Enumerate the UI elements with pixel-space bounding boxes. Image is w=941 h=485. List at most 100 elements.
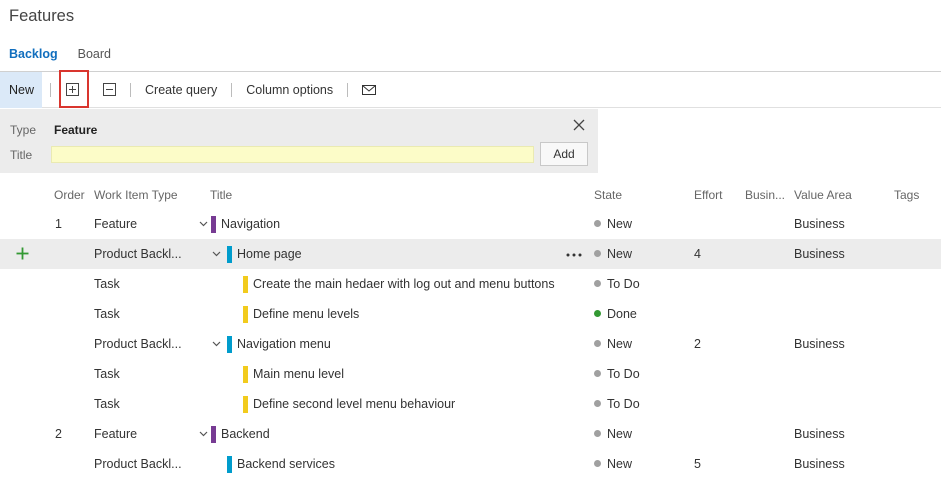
table-row[interactable]: Task Define menu levels Done	[0, 299, 941, 329]
pbi-color-bar	[227, 246, 232, 263]
toolbar-separator	[130, 82, 131, 97]
effort-cell: 5	[694, 457, 701, 471]
quick-add-panel: Type Feature Title Add	[0, 109, 598, 173]
state-cell: To Do	[607, 367, 640, 381]
state-cell: New	[607, 217, 633, 231]
add-button[interactable]: Add	[540, 142, 588, 166]
state-cell: To Do	[607, 277, 640, 291]
task-color-bar	[243, 366, 248, 383]
state-indicator-icon	[594, 340, 601, 347]
toolbar-separator	[50, 82, 51, 97]
column-options-button[interactable]: Column options	[240, 83, 339, 97]
table-row[interactable]: Task Create the main hedaer with log out…	[0, 269, 941, 299]
title-cell[interactable]: Backend	[221, 427, 270, 441]
create-query-button[interactable]: Create query	[139, 83, 223, 97]
grid-header: Order Work Item Type Title State Effort …	[0, 184, 941, 206]
title-cell[interactable]: Backend services	[237, 457, 335, 471]
state-indicator-icon	[594, 220, 601, 227]
table-row[interactable]: Task Main menu level To Do	[0, 359, 941, 389]
table-row[interactable]: 2 Feature Backend New Business	[0, 419, 941, 449]
table-row[interactable]: Task Define second level menu behaviour …	[0, 389, 941, 419]
tab-board[interactable]: Board	[78, 47, 111, 61]
work-item-type-cell: Task	[94, 397, 120, 411]
state-indicator-icon	[594, 370, 601, 377]
value-area-cell: Business	[794, 217, 845, 231]
table-row[interactable]: Product Backl... Home page New 4 Busines…	[0, 239, 941, 269]
pbi-color-bar	[227, 336, 232, 353]
order-cell: 2	[55, 427, 62, 441]
title-cell[interactable]: Define second level menu behaviour	[253, 397, 455, 411]
state-indicator-icon	[594, 280, 601, 287]
title-cell[interactable]: Main menu level	[253, 367, 344, 381]
table-row[interactable]: Product Backl... Backend services New 5 …	[0, 449, 941, 479]
column-header-title[interactable]: Title	[210, 188, 232, 202]
toolbar-separator	[87, 82, 88, 97]
task-color-bar	[243, 276, 248, 293]
type-value: Feature	[54, 123, 98, 137]
toolbar-separator	[347, 82, 349, 97]
feature-color-bar	[211, 426, 216, 443]
collapse-all-icon	[102, 83, 116, 96]
order-cell: 1	[55, 217, 62, 231]
work-item-type-cell: Product Backl...	[94, 247, 182, 261]
column-header-tags[interactable]: Tags	[894, 188, 919, 202]
chevron-down-icon[interactable]	[199, 219, 208, 228]
column-header-business[interactable]: Busin...	[745, 188, 785, 202]
state-indicator-icon	[594, 400, 601, 407]
title-cell[interactable]: Navigation menu	[237, 337, 331, 351]
toolbar-separator	[231, 82, 233, 97]
value-area-cell: Business	[794, 457, 845, 471]
hub-tabs: Backlog Board	[9, 47, 111, 61]
chevron-down-icon[interactable]	[199, 429, 208, 438]
work-item-type-cell: Feature	[94, 217, 138, 231]
type-label: Type	[10, 123, 37, 137]
pbi-color-bar	[227, 456, 232, 473]
title-cell[interactable]: Define menu levels	[253, 307, 359, 321]
state-indicator-icon	[594, 460, 601, 467]
work-item-type-cell: Product Backl...	[94, 337, 182, 351]
tab-backlog[interactable]: Backlog	[9, 47, 58, 61]
work-item-type-cell: Task	[94, 307, 120, 321]
column-header-state[interactable]: State	[594, 188, 622, 202]
new-button[interactable]: New	[0, 71, 42, 108]
state-cell: To Do	[607, 397, 640, 411]
title-cell[interactable]: Home page	[237, 247, 302, 261]
close-icon[interactable]	[571, 117, 587, 133]
title-label: Title	[10, 148, 33, 162]
table-row[interactable]: Product Backl... Navigation menu New 2 B…	[0, 329, 941, 359]
column-header-work-item-type[interactable]: Work Item Type	[94, 188, 178, 202]
state-indicator-icon	[594, 310, 601, 317]
backlog-toolbar: New Create query Column options	[0, 71, 941, 108]
more-options-icon[interactable]	[566, 253, 582, 257]
state-indicator-icon	[594, 250, 601, 257]
email-button[interactable]	[356, 72, 382, 108]
state-cell: New	[607, 457, 633, 471]
state-cell: New	[607, 427, 633, 441]
column-header-effort[interactable]: Effort	[694, 188, 722, 202]
expand-all-button[interactable]	[59, 72, 85, 108]
state-cell: Done	[607, 307, 637, 321]
title-cell[interactable]: Navigation	[221, 217, 280, 231]
work-item-type-cell: Task	[94, 277, 120, 291]
state-cell: New	[607, 337, 633, 351]
mail-icon	[362, 84, 377, 95]
work-item-type-cell: Task	[94, 367, 120, 381]
title-cell[interactable]: Create the main hedaer with log out and …	[253, 277, 555, 291]
value-area-cell: Business	[794, 337, 845, 351]
column-header-value-area[interactable]: Value Area	[794, 188, 852, 202]
table-row[interactable]: 1 Feature Navigation New Business	[0, 209, 941, 239]
effort-cell: 2	[694, 337, 701, 351]
state-cell: New	[607, 247, 633, 261]
chevron-down-icon[interactable]	[212, 249, 221, 258]
column-header-order[interactable]: Order	[54, 188, 85, 202]
feature-color-bar	[211, 216, 216, 233]
add-child-icon[interactable]	[16, 247, 29, 260]
task-color-bar	[243, 306, 248, 323]
page-title: Features	[9, 7, 75, 25]
value-area-cell: Business	[794, 247, 845, 261]
chevron-down-icon[interactable]	[212, 339, 221, 348]
state-indicator-icon	[594, 430, 601, 437]
collapse-all-button[interactable]	[96, 72, 122, 108]
title-input[interactable]	[51, 146, 534, 163]
effort-cell: 4	[694, 247, 701, 261]
